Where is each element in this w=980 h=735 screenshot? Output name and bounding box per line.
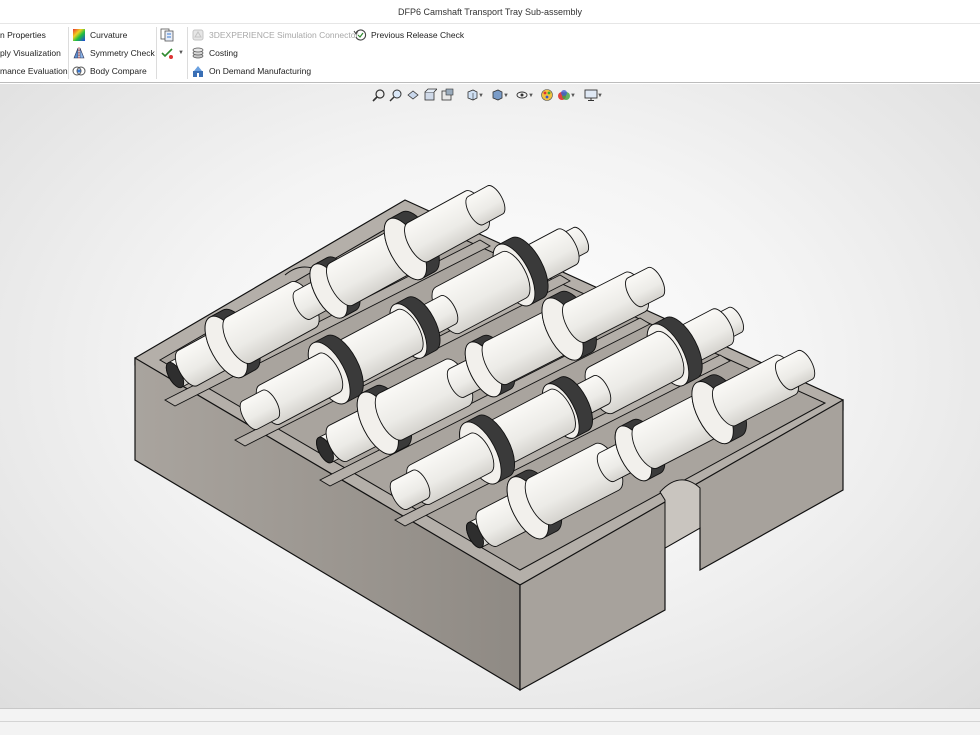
evaluation-label: mance Evaluation bbox=[0, 66, 68, 76]
zoom-to-area-icon[interactable] bbox=[389, 88, 404, 102]
camshaft-tray-model[interactable] bbox=[0, 84, 980, 708]
apply-scene-icon[interactable]: ▼ bbox=[557, 88, 576, 102]
zoom-to-fit-icon[interactable] bbox=[372, 88, 387, 102]
window-title: DFP6 Camshaft Transport Tray Sub-assembl… bbox=[397, 7, 583, 17]
previous-release-check-label: Previous Release Check bbox=[371, 30, 465, 40]
symmetry-check-label: Symmetry Check bbox=[90, 48, 155, 58]
view-heads-up-toolbar: ▼ ▼ ▼ ▼ ▼ bbox=[372, 87, 603, 103]
visualization-label: ply Visualization bbox=[0, 48, 61, 58]
display-style-icon[interactable]: ▼ bbox=[490, 88, 509, 102]
check-dropdown-icon bbox=[160, 46, 174, 60]
previous-view-icon[interactable] bbox=[406, 88, 421, 102]
simulation-connector-label: 3DEXPERIENCE Simulation Connector bbox=[209, 30, 359, 40]
ribbon-separator bbox=[156, 27, 157, 79]
body-compare-button[interactable]: Body Compare bbox=[72, 62, 147, 80]
graphics-viewport[interactable] bbox=[0, 84, 980, 708]
costing-icon bbox=[191, 46, 205, 60]
costing-button[interactable]: Costing bbox=[191, 44, 238, 62]
edit-appearance-icon[interactable] bbox=[540, 88, 555, 102]
title-bar: DFP6 Camshaft Transport Tray Sub-assembl… bbox=[0, 0, 980, 24]
view-settings-icon[interactable]: ▼ bbox=[584, 88, 603, 102]
ribbon-group-cloud: 3DEXPERIENCE Simulation Connector Costin… bbox=[191, 24, 358, 82]
symmetry-check-button[interactable]: Symmetry Check bbox=[72, 44, 155, 62]
chevron-down-icon[interactable]: ▼ bbox=[178, 50, 184, 56]
properties-label: n Properties bbox=[0, 30, 46, 40]
ribbon-group-compare: ▼ bbox=[160, 24, 188, 82]
curvature-button[interactable]: Curvature bbox=[72, 26, 127, 44]
compare-documents-icon bbox=[160, 28, 174, 42]
ribbon-separator bbox=[68, 27, 69, 79]
check-dropdown-button[interactable]: ▼ bbox=[160, 44, 184, 62]
ribbon-group-release: Previous Release Check bbox=[353, 24, 473, 82]
ribbon-toolbar: n Properties ply Visualization mance Eva… bbox=[0, 24, 980, 83]
view-orientation-icon[interactable]: ▼ bbox=[465, 88, 484, 102]
ribbon-separator bbox=[187, 27, 188, 79]
status-divider bbox=[0, 721, 980, 722]
compare-documents-button[interactable] bbox=[160, 26, 178, 44]
status-bar bbox=[0, 708, 980, 735]
body-compare-icon bbox=[72, 64, 86, 78]
hide-show-items-icon[interactable]: ▼ bbox=[515, 88, 534, 102]
simulation-connector-icon bbox=[191, 28, 205, 42]
symmetry-check-icon bbox=[72, 46, 86, 60]
section-view-icon[interactable] bbox=[423, 88, 438, 102]
on-demand-manufacturing-label: On Demand Manufacturing bbox=[209, 66, 312, 76]
previous-release-check-button[interactable]: Previous Release Check bbox=[353, 26, 464, 44]
previous-release-check-icon bbox=[353, 28, 367, 42]
evaluation-button[interactable]: mance Evaluation bbox=[0, 62, 68, 80]
costing-label: Costing bbox=[209, 48, 238, 58]
body-compare-label: Body Compare bbox=[90, 66, 147, 76]
ribbon-group-analysis: Curvature Symmetry Check Body Compare bbox=[72, 24, 156, 82]
simulation-connector-button[interactable]: 3DEXPERIENCE Simulation Connector bbox=[191, 26, 358, 44]
on-demand-manufacturing-button[interactable]: On Demand Manufacturing bbox=[191, 62, 311, 80]
curvature-icon bbox=[72, 28, 86, 42]
properties-button[interactable]: n Properties bbox=[0, 26, 46, 44]
on-demand-manufacturing-icon bbox=[191, 64, 205, 78]
dynamic-annotation-icon[interactable] bbox=[440, 88, 455, 102]
tray-finger-notch bbox=[659, 479, 701, 549]
ribbon-group-evaluate: n Properties ply Visualization mance Eva… bbox=[0, 24, 68, 82]
curvature-label: Curvature bbox=[90, 30, 128, 40]
visualization-button[interactable]: ply Visualization bbox=[0, 44, 61, 62]
